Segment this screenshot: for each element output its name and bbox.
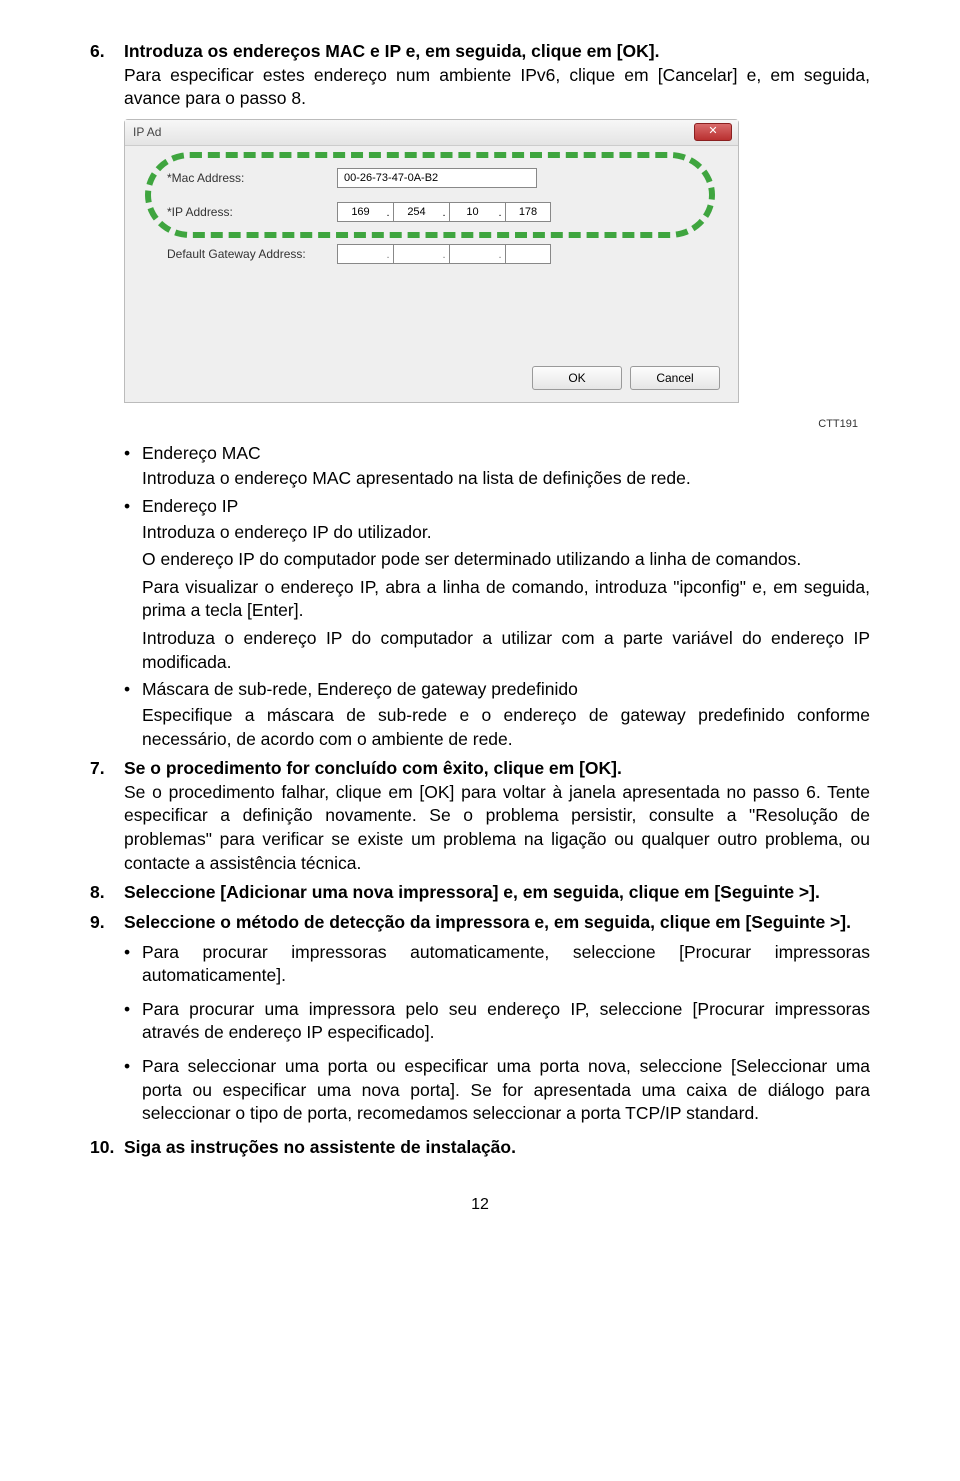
ip-dot: .: [383, 202, 393, 222]
page-number: 12: [90, 1194, 870, 1216]
step9-bullet3: Para seleccionar uma porta ou especifica…: [142, 1055, 870, 1126]
ip-octet-2[interactable]: 254: [393, 202, 439, 222]
gw-octet-1[interactable]: [337, 244, 383, 264]
bullet-ip-l3: Para visualizar o endereço IP, abra a li…: [142, 576, 870, 623]
step9-num: 9.: [90, 911, 124, 935]
step9-title: Seleccione o método de detecção da impre…: [124, 911, 870, 935]
gateway-address-label: Default Gateway Address:: [167, 246, 337, 262]
step10-num: 10.: [90, 1136, 124, 1160]
bullet-ip-l4: Introduza o endereço IP do computador a …: [142, 627, 870, 674]
ip-address-input-group[interactable]: 169 . 254 . 10 . 178: [337, 202, 551, 222]
ip-octet-4[interactable]: 178: [505, 202, 551, 222]
ip-dot: .: [495, 202, 505, 222]
ip-dot: .: [439, 244, 449, 264]
mac-address-input[interactable]: [337, 168, 537, 188]
ip-dot: .: [495, 244, 505, 264]
bullet-ip-label: Endereço IP: [142, 495, 870, 519]
step6-note: Para especificar estes endereço num ambi…: [124, 64, 870, 111]
dialog-titlebar: IP Ad ✕: [125, 120, 738, 146]
ok-button[interactable]: OK: [532, 366, 622, 390]
bullet-dot: •: [124, 1055, 142, 1126]
image-reference: CTT191: [90, 417, 870, 432]
step10-title: Siga as instruções no assistente de inst…: [124, 1136, 870, 1160]
step8-num: 8.: [90, 881, 124, 905]
gw-octet-2[interactable]: [393, 244, 439, 264]
bullet-mac-line: Introduza o endereço MAC apresentado na …: [142, 467, 870, 491]
step8-title: Seleccione [Adicionar uma nova impressor…: [124, 881, 870, 905]
mac-address-label: *Mac Address:: [167, 170, 337, 186]
gw-octet-3[interactable]: [449, 244, 495, 264]
ip-octet-1[interactable]: 169: [337, 202, 383, 222]
gw-octet-4[interactable]: [505, 244, 551, 264]
step7-body: Se o procedimento falhar, clique em [OK]…: [124, 781, 870, 876]
ip-octet-3[interactable]: 10: [449, 202, 495, 222]
ip-settings-dialog: IP Ad ✕ *Mac Address: *IP Address: 169 .…: [124, 119, 739, 403]
ip-address-label: *IP Address:: [167, 204, 337, 220]
bullet-dot: •: [124, 998, 142, 1045]
bullet-ip-l1: Introduza o endereço IP do utilizador.: [142, 521, 870, 545]
bullet-ip-l2: O endereço IP do computador pode ser det…: [142, 548, 870, 572]
step6-title: Introduza os endereços MAC e IP e, em se…: [124, 40, 870, 64]
close-icon[interactable]: ✕: [694, 123, 732, 141]
cancel-button[interactable]: Cancel: [630, 366, 720, 390]
bullet-gateway-label: Máscara de sub-rede, Endereço de gateway…: [142, 678, 870, 702]
dialog-title-prefix: IP Ad: [133, 124, 161, 140]
step7-num: 7.: [90, 757, 124, 875]
bullet-dot: •: [124, 442, 142, 466]
gateway-address-input-group[interactable]: . . .: [337, 244, 551, 264]
ip-dot: .: [439, 202, 449, 222]
ip-settings-dialog-wrap: IP Ad ✕ *Mac Address: *IP Address: 169 .…: [124, 119, 870, 403]
ip-dot: .: [383, 244, 393, 264]
bullet-dot: •: [124, 678, 142, 702]
step7-title: Se o procedimento for concluído com êxit…: [124, 757, 870, 781]
bullet-mac-label: Endereço MAC: [142, 442, 870, 466]
step6-num: 6.: [90, 40, 124, 111]
step9-bullet2: Para procurar uma impressora pelo seu en…: [142, 998, 870, 1045]
bullet-gateway-line: Especifique a máscara de sub-rede e o en…: [142, 704, 870, 751]
step9-bullet1: Para procurar impressoras automaticament…: [142, 941, 870, 988]
bullet-dot: •: [124, 495, 142, 519]
bullet-dot: •: [124, 941, 142, 988]
